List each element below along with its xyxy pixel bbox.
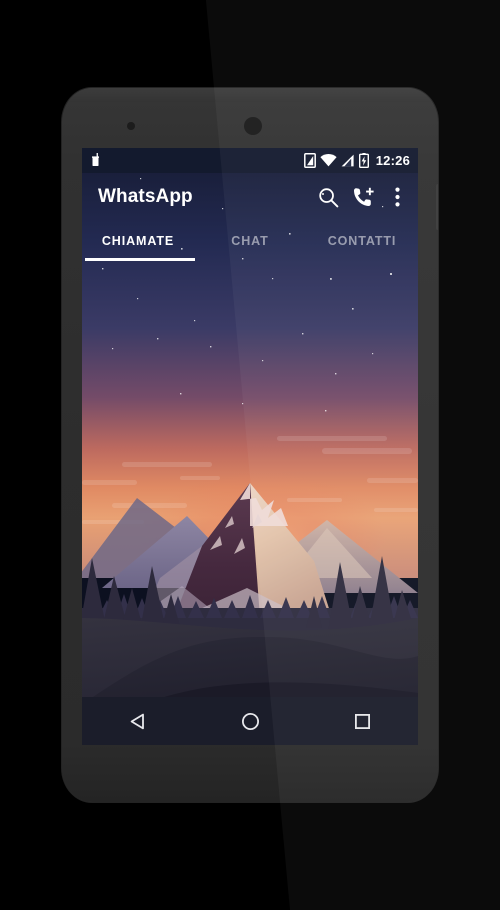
app-bar: WhatsApp <box>82 173 418 221</box>
overflow-menu-icon <box>394 187 400 207</box>
cellular-signal-icon <box>341 154 354 167</box>
phone-screen: 12:26 WhatsApp CHIAMATE CHAT CONTATTI <box>82 148 418 745</box>
tab-bar: CHIAMATE CHAT CONTATTI <box>82 221 418 261</box>
recents-square-icon <box>354 713 370 729</box>
power-button[interactable] <box>436 184 438 230</box>
front-camera-icon <box>244 117 262 135</box>
home-circle-icon <box>241 712 259 730</box>
status-bar-clock: 12:26 <box>375 153 410 168</box>
back-triangle-icon <box>130 713 144 729</box>
nav-back-button[interactable] <box>110 697 166 745</box>
proximity-sensor-icon <box>127 122 135 130</box>
overflow-menu-button[interactable] <box>382 177 418 217</box>
tab-contatti[interactable]: CONTATTI <box>306 221 418 261</box>
wifi-icon <box>320 154 337 167</box>
status-bar: 12:26 <box>82 148 418 173</box>
search-button[interactable] <box>310 177 346 217</box>
phone-device: 12:26 WhatsApp CHIAMATE CHAT CONTATTI <box>62 88 438 802</box>
tab-active-indicator <box>85 258 195 261</box>
notification-icon <box>92 153 99 166</box>
navigation-bar <box>82 697 418 745</box>
tab-label: CHIAMATE <box>101 234 175 248</box>
tab-chiamate[interactable]: CHIAMATE <box>82 221 194 261</box>
status-bar-notifications <box>82 153 304 168</box>
app-title: WhatsApp <box>98 186 193 207</box>
new-call-button[interactable] <box>346 177 382 217</box>
tab-label: CONTATTI <box>327 234 397 248</box>
tab-chat[interactable]: CHAT <box>194 221 306 261</box>
sim-card-icon <box>303 153 316 168</box>
tab-label: CHAT <box>231 234 269 248</box>
nav-recents-button[interactable] <box>334 697 390 745</box>
search-icon <box>318 187 338 207</box>
nav-home-button[interactable] <box>222 697 278 745</box>
status-bar-system-icons: 12:26 <box>303 153 418 168</box>
earpiece-strip <box>62 88 438 102</box>
add-call-icon <box>353 187 374 206</box>
battery-charging-icon <box>358 153 369 168</box>
